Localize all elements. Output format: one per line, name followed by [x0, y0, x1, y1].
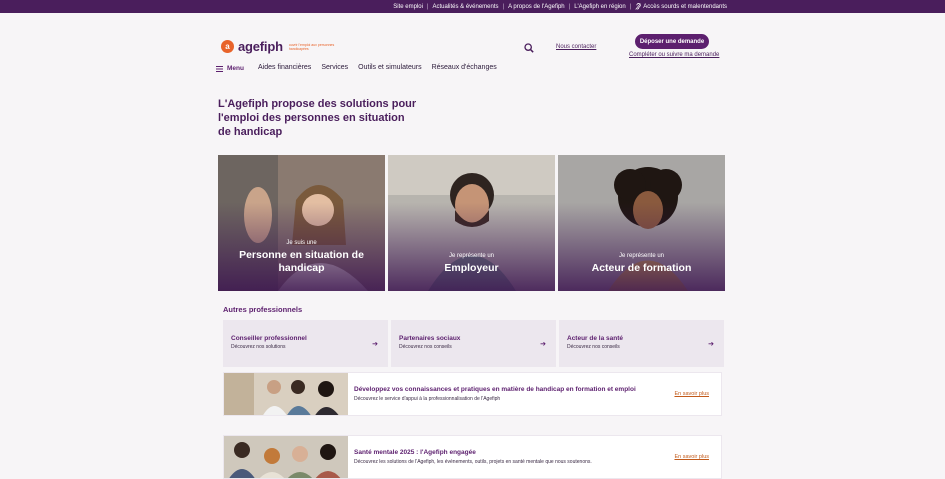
utility-link-actualites[interactable]: Actualités & événements: [428, 4, 502, 10]
card-title: Acteur de formation: [591, 262, 692, 274]
nav-item-aides[interactable]: Aides financières: [258, 64, 311, 71]
arrow-right-icon: ➔: [708, 341, 714, 348]
promo-image: [224, 436, 348, 478]
site-logo[interactable]: a agefiph ouvrir l'emploi aux personnes …: [221, 39, 341, 54]
audience-card-formation[interactable]: Je représente un Acteur de formation: [558, 155, 725, 291]
menu-label: Menu: [227, 65, 244, 72]
promo-card-formation[interactable]: Développez vos connaissances et pratique…: [223, 372, 722, 416]
utility-link-label: Accès sourds et malentendants: [643, 3, 727, 10]
promo-title: Santé mentale 2025 : l'Agefiph engagée: [354, 449, 476, 456]
logo-word: agefiph: [238, 39, 283, 54]
professionals-list: Conseiller professionnel Découvrez nos s…: [223, 320, 724, 367]
team-photo: [224, 373, 348, 415]
card-pre-label: Je représente un: [448, 253, 495, 259]
pro-card-sante[interactable]: Acteur de la santé Découvrez nos conseil…: [559, 320, 724, 367]
logo-mark-icon: a: [221, 40, 234, 53]
search-icon[interactable]: [524, 43, 534, 53]
arrow-right-icon: ➔: [372, 341, 378, 348]
promo-image: [224, 373, 348, 415]
pro-card-subtitle: Découvrez nos conseils: [567, 344, 620, 350]
audience-cards: Je suis une Personne en situation de han…: [218, 155, 725, 291]
menu-button[interactable]: Menu: [216, 65, 244, 72]
pro-card-conseiller[interactable]: Conseiller professionnel Découvrez nos s…: [223, 320, 388, 367]
page-title: L'Agefiph propose des solutions pour l'e…: [218, 98, 417, 138]
learn-more-link[interactable]: En savoir plus: [674, 391, 709, 397]
card-pre-label: Je représente un: [618, 253, 665, 259]
group-photo: [224, 436, 348, 478]
utility-bar: Site emploi | Actualités & événements | A …: [0, 0, 945, 13]
utility-link-region[interactable]: L'Agefiph en région: [570, 4, 630, 10]
audience-card-employeur[interactable]: Je représente un Employeur: [388, 155, 555, 291]
card-pre-label: Je suis une: [286, 240, 317, 246]
pro-card-title: Partenaires sociaux: [399, 335, 461, 342]
utility-link-apropos[interactable]: A propos de l'Agefiph: [504, 4, 569, 10]
nav-item-reseaux[interactable]: Réseaux d'échanges: [432, 64, 497, 71]
pro-card-subtitle: Découvrez nos conseils: [399, 344, 452, 350]
nav-item-outils[interactable]: Outils et simulateurs: [358, 64, 421, 71]
pro-card-partenaires[interactable]: Partenaires sociaux Découvrez nos consei…: [391, 320, 556, 367]
ear-icon: [635, 3, 641, 10]
pro-card-title: Acteur de la santé: [567, 335, 623, 342]
promo-subtitle: Découvrez le service d'appui à la profes…: [354, 396, 501, 402]
promo-title: Développez vos connaissances et pratique…: [354, 386, 636, 393]
nav-item-services[interactable]: Services: [321, 64, 348, 71]
utility-link-accessibilite[interactable]: Accès sourds et malentendants: [631, 3, 731, 10]
hamburger-icon: [216, 65, 223, 72]
contact-link[interactable]: Nous contacter: [556, 44, 596, 50]
promo-subtitle: Découvrez les solutions de l'Agefiph, le…: [354, 459, 592, 465]
pro-card-subtitle: Découvrez nos solutions: [231, 344, 286, 350]
arrow-right-icon: ➔: [540, 341, 546, 348]
audience-card-personne[interactable]: Je suis une Personne en situation de han…: [218, 155, 385, 291]
learn-more-link[interactable]: En savoir plus: [674, 454, 709, 460]
utility-link-emploi[interactable]: Site emploi: [389, 4, 427, 10]
submit-request-button[interactable]: Déposer une demande: [635, 34, 709, 49]
follow-request-link[interactable]: Compléter ou suivre ma demande: [629, 52, 719, 58]
card-title: Personne en situation de handicap: [239, 249, 364, 274]
card-title: Employeur: [444, 262, 499, 274]
main-nav: Menu Aides financières Services Outils e…: [0, 61, 945, 88]
promo-card-sante-mentale[interactable]: Santé mentale 2025 : l'Agefiph engagée D…: [223, 435, 722, 479]
section-title-autres: Autres professionnels: [223, 305, 303, 314]
pro-card-title: Conseiller professionnel: [231, 335, 307, 342]
site-header: a agefiph ouvrir l'emploi aux personnes …: [0, 13, 945, 61]
logo-tagline: ouvrir l'emploi aux personnes handicapée…: [288, 42, 335, 51]
